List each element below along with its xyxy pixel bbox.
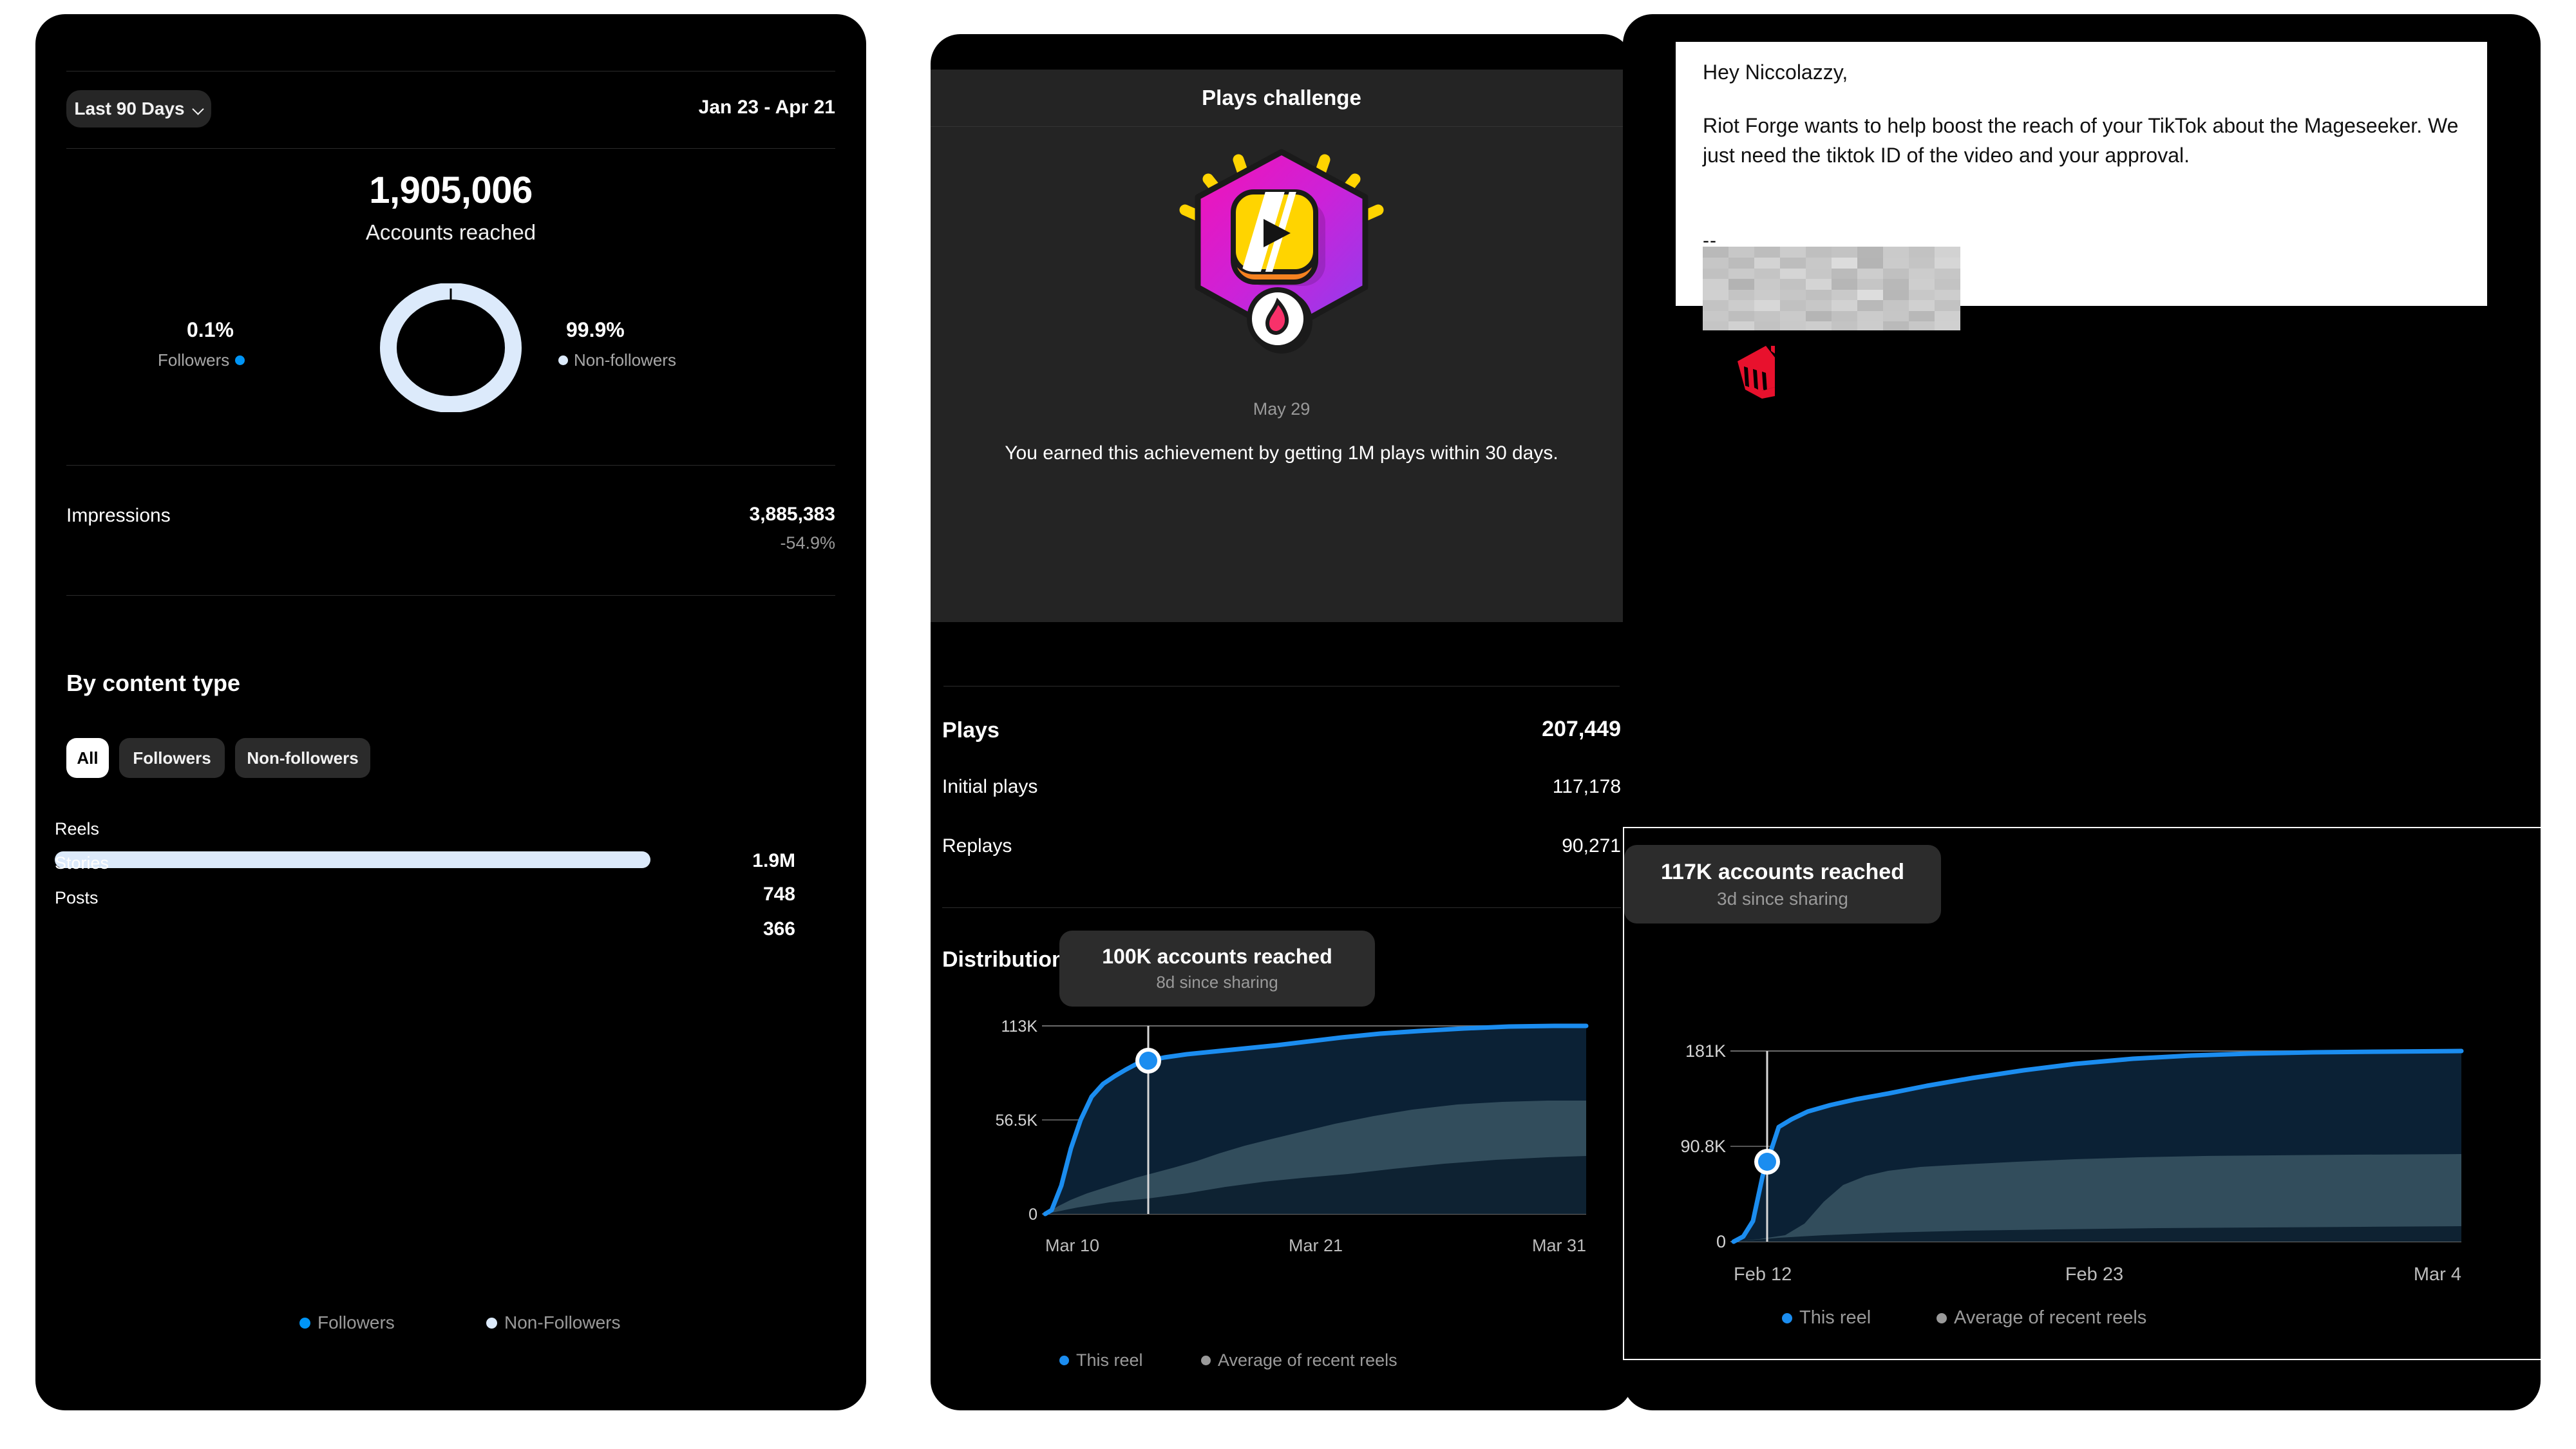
riot-games-fist-logo-icon [1732,345,1784,400]
content-value-stories: 748 [762,884,795,905]
legend-followers-label: Followers [317,1312,395,1332]
impressions-value: 3,885,383 [749,504,835,525]
email-message-card: Hey Niccolazzy, Riot Forge wants to help… [1676,42,2487,399]
svg-text:181K: 181K [1685,1041,1726,1061]
svg-text:0: 0 [1716,1232,1726,1251]
svg-text:Feb 23: Feb 23 [2065,1264,2123,1285]
header-divider [66,148,835,149]
svg-text:90.8K: 90.8K [1680,1137,1726,1156]
blurred-signature-block-icon [1703,247,1960,330]
replays-label: Replays [942,835,1012,857]
right-chart-tooltip-subtext: 3d since sharing [1717,888,1848,909]
screenshot-canvas: Last 90 Days Jan 23 - Apr 21 1,905,006 A… [0,0,2576,1449]
followers-color-dot [235,355,245,365]
chart-tooltip-subtext: 8d since sharing [1156,972,1278,992]
email-paragraph: Riot Forge wants to help boost the reach… [1703,114,2459,167]
initial-plays-label: Initial plays [942,776,1038,797]
content-value-reels: 1.9M [752,850,795,871]
followers-legend: Followers [158,350,245,370]
chart-tooltip-value: 100K accounts reached [1102,945,1332,968]
content-bar-reels [55,851,650,868]
svg-text:Mar 10: Mar 10 [1045,1236,1099,1255]
legend-nonfollowers-label: Non-Followers [504,1312,621,1332]
date-range-dropdown[interactable]: Last 90 Days [66,90,211,128]
legend-nonfollowers-dot [486,1317,497,1329]
email-and-chart-panel: Hey Niccolazzy, Riot Forge wants to help… [1623,14,2541,1410]
chart-legend-average: Average of recent reels [1201,1350,1397,1370]
content-row-label-posts: Posts [55,888,99,907]
average-legend-label: Average of recent reels [1218,1350,1397,1370]
reel-reach-subpanel: 181K 90.8K 0 Feb 12 Feb 23 Mar 4 This re… [1623,827,2541,1360]
right-this-reel-legend-dot [1782,1312,1792,1323]
legend-nonfollowers: Non-Followers [486,1312,621,1333]
right-this-reel-legend-label: This reel [1799,1307,1871,1328]
email-body: Hey Niccolazzy, Riot Forge wants to help… [1703,58,2459,194]
filter-tab-followers[interactable]: Followers [119,738,225,778]
svg-text:56.5K: 56.5K [996,1112,1038,1130]
plays-achievement-badge-icon [1153,147,1410,379]
svg-text:Feb 12: Feb 12 [1734,1264,1792,1285]
svg-text:Mar 4: Mar 4 [2414,1264,2461,1285]
right-chart-legend-average: Average of recent reels [1937,1307,2146,1329]
content-row-label-reels: Reels [55,819,100,838]
impressions-label: Impressions [66,505,171,526]
email-greeting: Hey Niccolazzy, [1703,61,1848,84]
right-average-legend-label: Average of recent reels [1954,1307,2147,1328]
svg-text:113K: 113K [1001,1018,1037,1036]
followers-legend-label: Followers [158,350,230,370]
plays-value: 207,449 [1542,717,1621,741]
filter-tab-nonfollowers[interactable]: Non-followers [235,738,370,778]
nonfollowers-color-dot [558,355,568,365]
chart-tooltip: 100K accounts reached 8d since sharing [1059,931,1375,1007]
achievement-header: Plays challenge [931,70,1633,127]
date-range-label: Last 90 Days [74,99,185,118]
replays-value: 90,271 [1562,835,1621,857]
right-average-legend-dot [1937,1312,1947,1323]
this-reel-legend-dot [1059,1356,1069,1365]
insights-overview-panel: Last 90 Days Jan 23 - Apr 21 1,905,006 A… [35,14,866,1410]
impressions-top-divider [66,465,835,466]
right-chart-tooltip: 117K accounts reached 3d since sharing [1624,845,1941,923]
distribution-title: Distribution [942,947,1065,972]
nonfollowers-legend: Non-followers [558,350,676,370]
content-bar-fill-reels [55,851,650,868]
achievement-description: You earned this achievement by getting 1… [1005,442,1558,464]
content-value-posts: 366 [762,918,795,940]
chart-legend-this-reel: This reel [1059,1350,1143,1370]
reel-reach-chart-right: 181K 90.8K 0 Feb 12 Feb 23 Mar 4 [1631,1036,2532,1306]
by-content-type-title: By content type [66,670,241,696]
impressions-delta: -54.9% [780,533,835,553]
accounts-reached-label: Accounts reached [365,220,536,244]
achievement-date: May 29 [1253,399,1311,419]
content-type-divider [66,595,835,596]
initial-plays-value: 117,178 [1552,776,1621,797]
achievement-title: Plays challenge [1202,86,1361,109]
this-reel-legend-label: This reel [1076,1350,1143,1370]
plays-label: Plays [942,718,999,743]
reel-insights-panel: Plays challenge May 29 You earned this a… [931,34,1633,1410]
nonfollowers-legend-label: Non-followers [574,350,676,370]
legend-followers: Followers [299,1312,395,1333]
right-chart-tooltip-value: 117K accounts reached [1661,859,1904,884]
chevron-down-icon [193,104,204,115]
date-range-text: Jan 23 - Apr 21 [698,97,835,118]
svg-text:Mar 31: Mar 31 [1532,1236,1586,1255]
achievement-card: Plays challenge May 29 You earned this a… [931,70,1633,622]
filter-tab-all[interactable]: All [66,738,109,778]
svg-text:0: 0 [1028,1206,1037,1224]
followers-percent: 0.1% [187,318,234,341]
stats-top-divider [943,686,1620,687]
reach-donut-chart [357,283,544,412]
nonfollowers-percent: 99.9% [566,318,625,341]
right-chart-legend-this-reel: This reel [1782,1307,1871,1329]
content-row-label-stories: Stories [55,853,109,873]
distribution-divider [942,907,1621,908]
average-legend-dot [1201,1356,1211,1365]
reel-reach-chart: 113K 56.5K 0 Mar 10 Mar 21 Mar 31 [942,994,1618,1329]
svg-text:Mar 21: Mar 21 [1289,1236,1343,1255]
legend-followers-dot [299,1317,310,1329]
accounts-reached-value: 1,905,006 [369,169,533,211]
